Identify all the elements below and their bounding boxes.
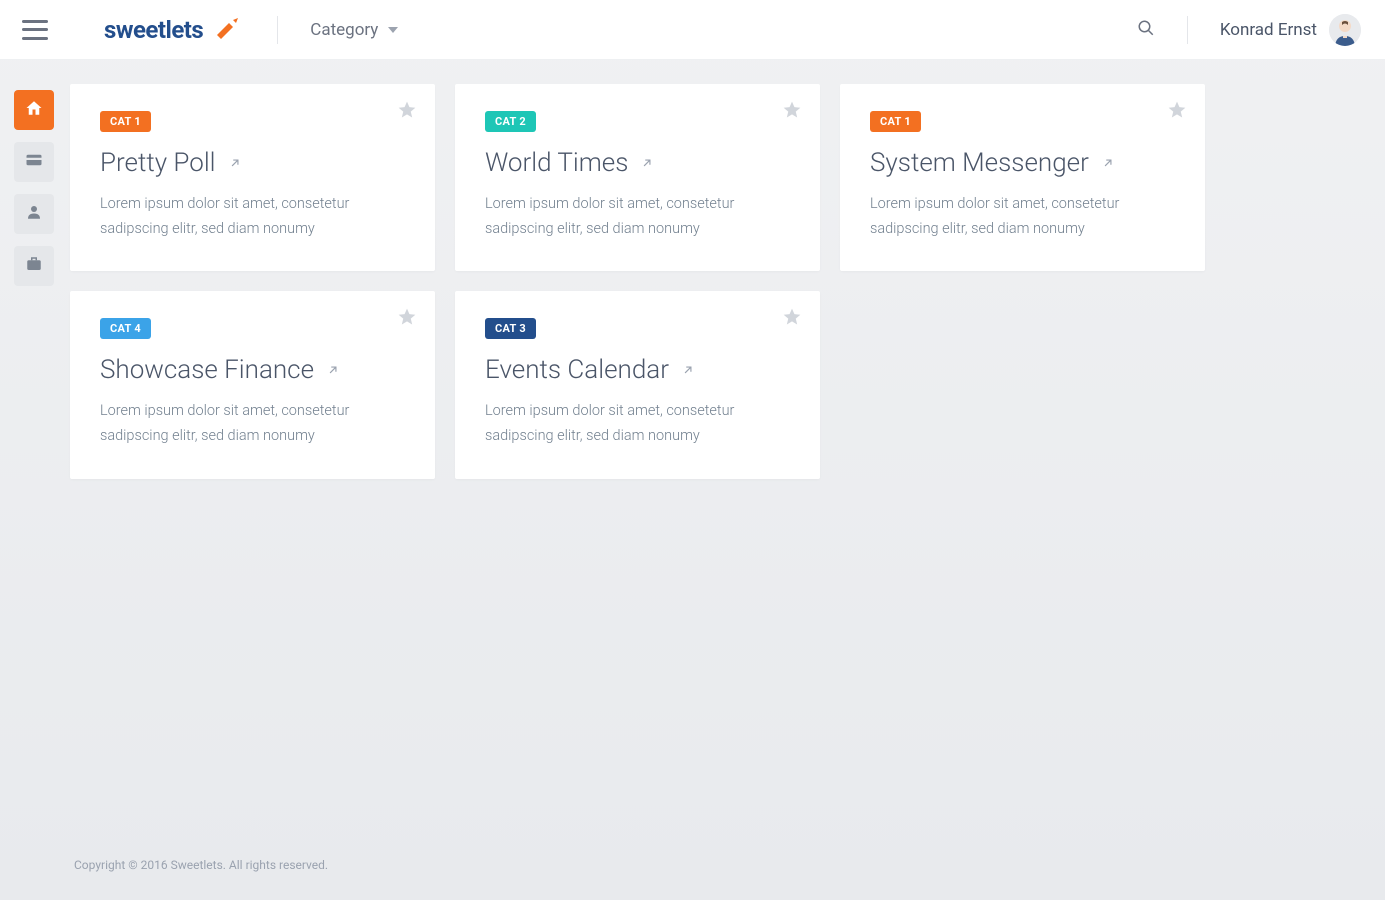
external-link-icon[interactable] [638,154,656,172]
card-description: Lorem ipsum dolor sit amet, consetetur s… [100,399,405,448]
house-icon [25,99,43,121]
search-icon[interactable] [1137,19,1155,41]
card-0[interactable]: CAT 1 Pretty Poll Lorem ipsum dolor sit am… [70,84,435,271]
card-1[interactable]: CAT 2 World Times Lorem ipsum dolor sit am… [455,84,820,271]
header-divider-2 [1187,16,1188,44]
category-badge: CAT 2 [485,111,536,132]
external-link-icon[interactable] [679,361,697,379]
sidebar-item-3[interactable] [14,246,54,286]
category-badge: CAT 1 [870,111,921,132]
sidebar-item-0[interactable] [14,90,54,130]
star-icon[interactable] [782,307,802,331]
card-title-text: System Messenger [870,148,1089,178]
copyright-text: Copyright © 2016 Sweetlets. All rights r… [74,858,328,872]
cards-grid: CAT 1 Pretty Poll Lorem ipsum dolor sit am… [70,84,1359,479]
category-label: Category [310,20,378,40]
card-description: Lorem ipsum dolor sit amet, consetetur s… [100,192,405,241]
footer: Copyright © 2016 Sweetlets. All rights r… [70,836,1359,900]
header: sweetlets Category Konrad Ernst [0,0,1385,60]
brand-logo[interactable]: sweetlets [104,16,245,44]
star-icon[interactable] [1167,100,1187,124]
star-icon[interactable] [397,100,417,124]
brand-name: sweetlets [104,16,203,44]
card-icon [25,151,43,173]
category-badge: CAT 1 [100,111,151,132]
card-description: Lorem ipsum dolor sit amet, consetetur s… [485,399,790,448]
external-link-icon[interactable] [324,361,342,379]
card-description: Lorem ipsum dolor sit amet, consetetur s… [485,192,790,241]
chevron-down-icon [388,27,398,33]
card-title-text: Pretty Poll [100,148,216,178]
card-title-text: Events Calendar [485,355,669,385]
category-badge: CAT 3 [485,318,536,339]
external-link-icon[interactable] [1099,154,1117,172]
person-icon [25,203,43,225]
card-title: System Messenger [870,148,1175,178]
card-2[interactable]: CAT 1 System Messenger Lorem ipsum dolor s… [840,84,1205,271]
main-content: CAT 1 Pretty Poll Lorem ipsum dolor sit am… [70,60,1385,900]
card-title-text: World Times [485,148,628,178]
brand-icon [211,17,245,43]
star-icon[interactable] [782,100,802,124]
menu-toggle-button[interactable] [22,20,48,40]
star-icon[interactable] [397,307,417,331]
card-title: Events Calendar [485,355,790,385]
card-description: Lorem ipsum dolor sit amet, consetetur s… [870,192,1175,241]
card-3[interactable]: CAT 4 Showcase Finance Lorem ipsum dolor s… [70,291,435,478]
external-link-icon[interactable] [226,154,244,172]
sidebar [0,60,70,900]
user-name[interactable]: Konrad Ernst [1220,20,1317,40]
briefcase-icon [25,255,43,277]
card-title: Pretty Poll [100,148,405,178]
sidebar-item-2[interactable] [14,194,54,234]
card-title-text: Showcase Finance [100,355,314,385]
card-title: World Times [485,148,790,178]
category-badge: CAT 4 [100,318,151,339]
card-4[interactable]: CAT 3 Events Calendar Lorem ipsum dolor si… [455,291,820,478]
avatar[interactable] [1329,14,1361,46]
card-title: Showcase Finance [100,355,405,385]
sidebar-item-1[interactable] [14,142,54,182]
category-dropdown[interactable]: Category [310,20,398,40]
header-divider [277,16,278,44]
